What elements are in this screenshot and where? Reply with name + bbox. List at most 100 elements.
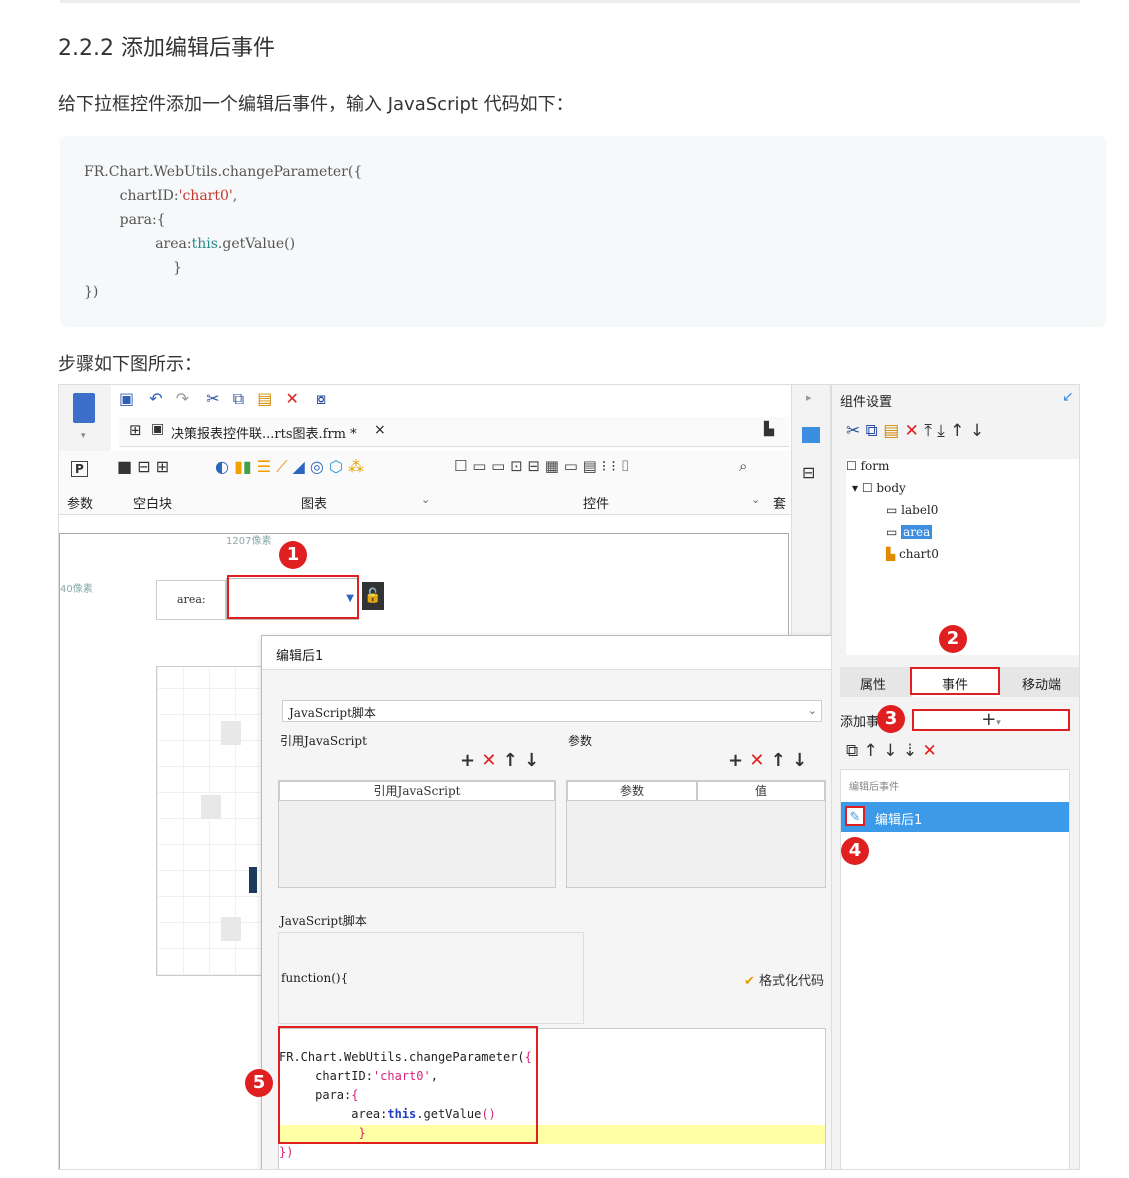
move-down-icon[interactable]: ↓ [970,421,984,441]
top-divider [60,0,1080,3]
app-logo-icon[interactable] [73,393,95,423]
tab-close-icon[interactable]: × [374,422,386,438]
group-label-params: 参数 [67,497,94,512]
tab-mobile[interactable]: 移动端 [1022,674,1061,693]
delete-icon[interactable]: ✕ [923,741,937,761]
dialog-title: 编辑后1 [276,649,324,664]
preview-icon[interactable]: ⧇ [316,389,326,409]
tree-label: area [901,525,933,539]
move-bottom-icon[interactable]: ⤓ [937,421,945,441]
label-widget[interactable]: area: [156,580,226,620]
copy-icon[interactable]: ⧉ [233,389,244,409]
tab-bar: ⊞ ▣ 决策报表控件联...rts图表.frm * × ▙ [119,417,789,447]
widget-group-expand-icon[interactable]: ⌄ [751,493,760,506]
add-icon: + [981,709,997,730]
widget-panel-icon[interactable] [802,427,820,443]
chart0-placeholder[interactable] [156,666,264,976]
event-item-label: 编辑后1 [875,813,923,828]
chart-type-icons[interactable]: ◐ ▮▮ ☰ ⟋ ◢ ◎ ⬡ ⁂ [215,457,364,477]
paste-icon[interactable]: ▤ [883,421,899,441]
code-punct: , [232,188,238,204]
ref-js-column-header[interactable]: 引用JavaScript [279,781,555,801]
tab-file-title[interactable]: 决策报表控件联...rts图表.frm * [171,423,357,442]
move-top-icon[interactable]: ⤒ [924,421,932,441]
tree-label: body [876,481,906,495]
tree-item-form[interactable]: ☐ form [846,459,889,473]
event-toolbar: ⧉ ↑ ↓ ⇣ ✕ [846,741,937,761]
pin-icon[interactable]: ▙ [764,422,774,437]
ref-js-table: 引用JavaScript [278,780,556,888]
chevron-down-icon[interactable]: ⌄ [808,704,817,717]
dialog-header: 编辑后1 [262,636,840,670]
highlight-box-1 [227,575,359,619]
move-up-icon[interactable]: ↑ [864,741,878,761]
move-up-icon[interactable]: ↑ [503,750,518,771]
delete-icon[interactable]: ✕ [905,421,919,441]
lock-icon[interactable]: 🔓 [362,582,384,610]
sort-icon[interactable]: ⇣ [903,741,917,761]
grid-icon[interactable]: ⊞ [129,421,142,439]
copy-icon[interactable]: ⧉ [846,741,858,761]
widget-tree: ☐ form ▾ ☐ body ▭ label0 ▭ area ▙ chart0 [846,459,1079,655]
expand-icon[interactable]: ▸ [806,391,812,404]
collapse-icon[interactable]: ↙ [1062,389,1074,405]
tree-label: form [860,459,890,473]
save-icon[interactable]: ▣ [119,389,134,408]
tree-item-chart0[interactable]: ▙ chart0 [886,547,939,561]
add-event-button[interactable]: +▾ [912,709,1070,731]
delete-icon[interactable]: ✕ [285,389,298,408]
intro-text: 给下拉框控件添加一个编辑后事件，输入 JavaScript 代码如下： [58,94,574,115]
move-down-icon[interactable]: ↓ [883,741,897,761]
chart-group-expand-icon[interactable]: ⌄ [421,493,430,506]
param-column-header[interactable]: 参数 [567,781,697,801]
group-label-suite: 套 [773,497,787,512]
move-down-icon[interactable]: ↓ [792,750,807,771]
preview-form-icon[interactable]: ⌕ [739,457,747,475]
ruler-top-label: 1207像素 [226,536,272,547]
remove-icon[interactable]: ✕ [481,750,496,771]
move-down-icon[interactable]: ↓ [524,750,539,771]
broom-icon: ✔ [744,974,755,989]
event-dialog: 编辑后1 JavaScript脚本 ⌄ 引用JavaScript 参数 + ✕ … [261,635,841,1169]
widget-icons[interactable]: ☐ ▭ ▭ ⊡ ⊟ ▦ ▭ ▤ ⁝ ⁝ ⌷ [454,457,630,475]
event-type-select[interactable]: JavaScript脚本 ⌄ [282,700,822,722]
code-line: }) [84,284,99,300]
code-line: chartID: [84,188,179,204]
highlight-box-2 [910,667,1000,695]
cut-icon[interactable]: ✂ [206,389,219,408]
move-up-icon[interactable]: ↑ [950,421,964,441]
copy-icon[interactable]: ⧉ [866,421,878,441]
function-signature: function(){ [281,971,349,985]
remove-icon[interactable]: ✕ [749,750,764,771]
code-line: area: [84,236,192,252]
ruler-left-label: 40像素 [60,584,93,595]
undo-icon[interactable]: ↶ [149,389,162,408]
paste-icon[interactable]: ▤ [257,389,272,408]
add-icon[interactable]: + [728,750,743,771]
ref-js-toolbar: + ✕ ↑ ↓ [460,750,539,771]
param-icon[interactable]: P [71,461,88,477]
move-up-icon[interactable]: ↑ [771,750,786,771]
tree-item-body[interactable]: ▾ ☐ body [852,481,906,495]
tree-item-label0[interactable]: ▭ label0 [886,503,938,517]
chevron-down-icon[interactable]: ▾ [81,431,86,441]
code-line: FR.Chart.WebUtils.changeParameter({ [84,164,363,180]
code-block: FR.Chart.WebUtils.changeParameter({ char… [60,136,1106,327]
tree-toolbar: ✂ ⧉ ▤ ✕ ⤒ ⤓ ↑ ↓ [846,421,984,441]
designer-screenshot: ▾ ▣ ↶ ↷ ✂ ⧉ ▤ ✕ ⧇ ⊞ ▣ 决策报表控件联...rts图表.fr… [58,384,1080,1170]
event-item[interactable]: ✎ 编辑后1 [841,802,1069,832]
tab-properties[interactable]: 属性 [860,674,886,693]
blank-block-icons[interactable]: ■ ⊟ ⊞ [117,457,169,476]
code-line: para:{ [84,212,166,228]
format-code-button[interactable]: ✔ 格式化代码 [744,970,824,989]
code-keyword: this [191,236,218,252]
cut-icon[interactable]: ✂ [846,421,860,441]
pencil-icon[interactable]: ✎ [845,806,865,826]
value-column-header[interactable]: 值 [697,781,825,801]
code-string: 'chart0' [178,188,233,204]
layout-icon[interactable]: ⊟ [802,463,815,482]
add-icon[interactable]: + [460,750,475,771]
quick-toolbar: ▣ ↶ ↷ ✂ ⧉ ▤ ✕ ⧇ [119,389,359,413]
tree-item-area[interactable]: ▭ area [886,525,933,539]
redo-icon[interactable]: ↷ [176,389,189,408]
